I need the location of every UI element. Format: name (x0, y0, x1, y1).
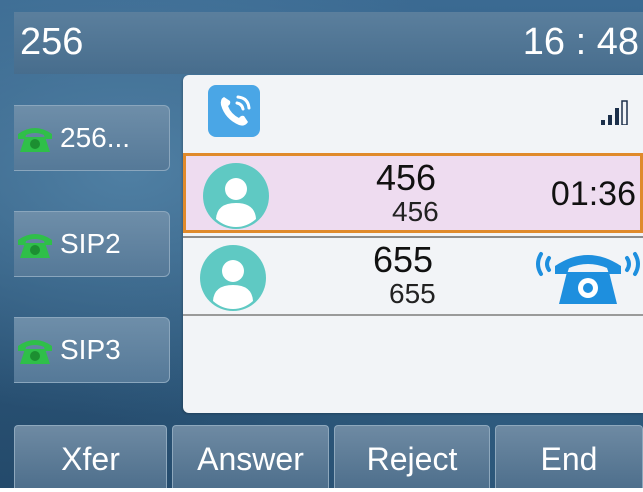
call-duration: 01:36 (550, 175, 636, 213)
account-button-1[interactable]: 256... (14, 105, 170, 171)
incoming-call-icon (536, 252, 640, 304)
end-button[interactable]: End (495, 425, 643, 488)
account-label: SIP3 (60, 334, 121, 365)
softkey-bar: Xfer Answer Reject End (14, 425, 643, 488)
phone-screen: 256 16 : 48 256... SIP2 SIP3 456 456 01:… (0, 0, 643, 488)
phone-icon (18, 128, 52, 152)
phone-icon (18, 340, 52, 364)
panel-header (183, 75, 643, 153)
xfer-button[interactable]: Xfer (14, 425, 167, 488)
contact-avatar-icon (200, 245, 266, 311)
call-app-icon (208, 85, 260, 137)
call-row-active[interactable]: 456 456 01:36 (183, 153, 643, 233)
caller-number: 456 (392, 196, 439, 227)
account-button-2[interactable]: SIP2 (14, 211, 170, 277)
caller-name: 655 (373, 239, 434, 280)
call-list-panel: 456 456 01:36 655 655 (183, 75, 643, 413)
account-button-3[interactable]: SIP3 (14, 317, 170, 383)
contact-avatar-icon (203, 163, 269, 229)
account-label: SIP2 (60, 228, 121, 259)
account-label: 256... (60, 122, 131, 153)
signal-icon (601, 100, 628, 125)
current-account: 256 (20, 21, 84, 63)
caller-name: 456 (376, 157, 437, 198)
phone-icon (18, 234, 52, 258)
caller-number: 655 (389, 278, 436, 309)
clock: 16 : 48 (522, 21, 639, 63)
status-bar: 256 16 : 48 (14, 12, 643, 74)
reject-button[interactable]: Reject (334, 425, 490, 488)
answer-button[interactable]: Answer (172, 425, 329, 488)
call-row-incoming[interactable]: 655 655 (183, 236, 643, 316)
